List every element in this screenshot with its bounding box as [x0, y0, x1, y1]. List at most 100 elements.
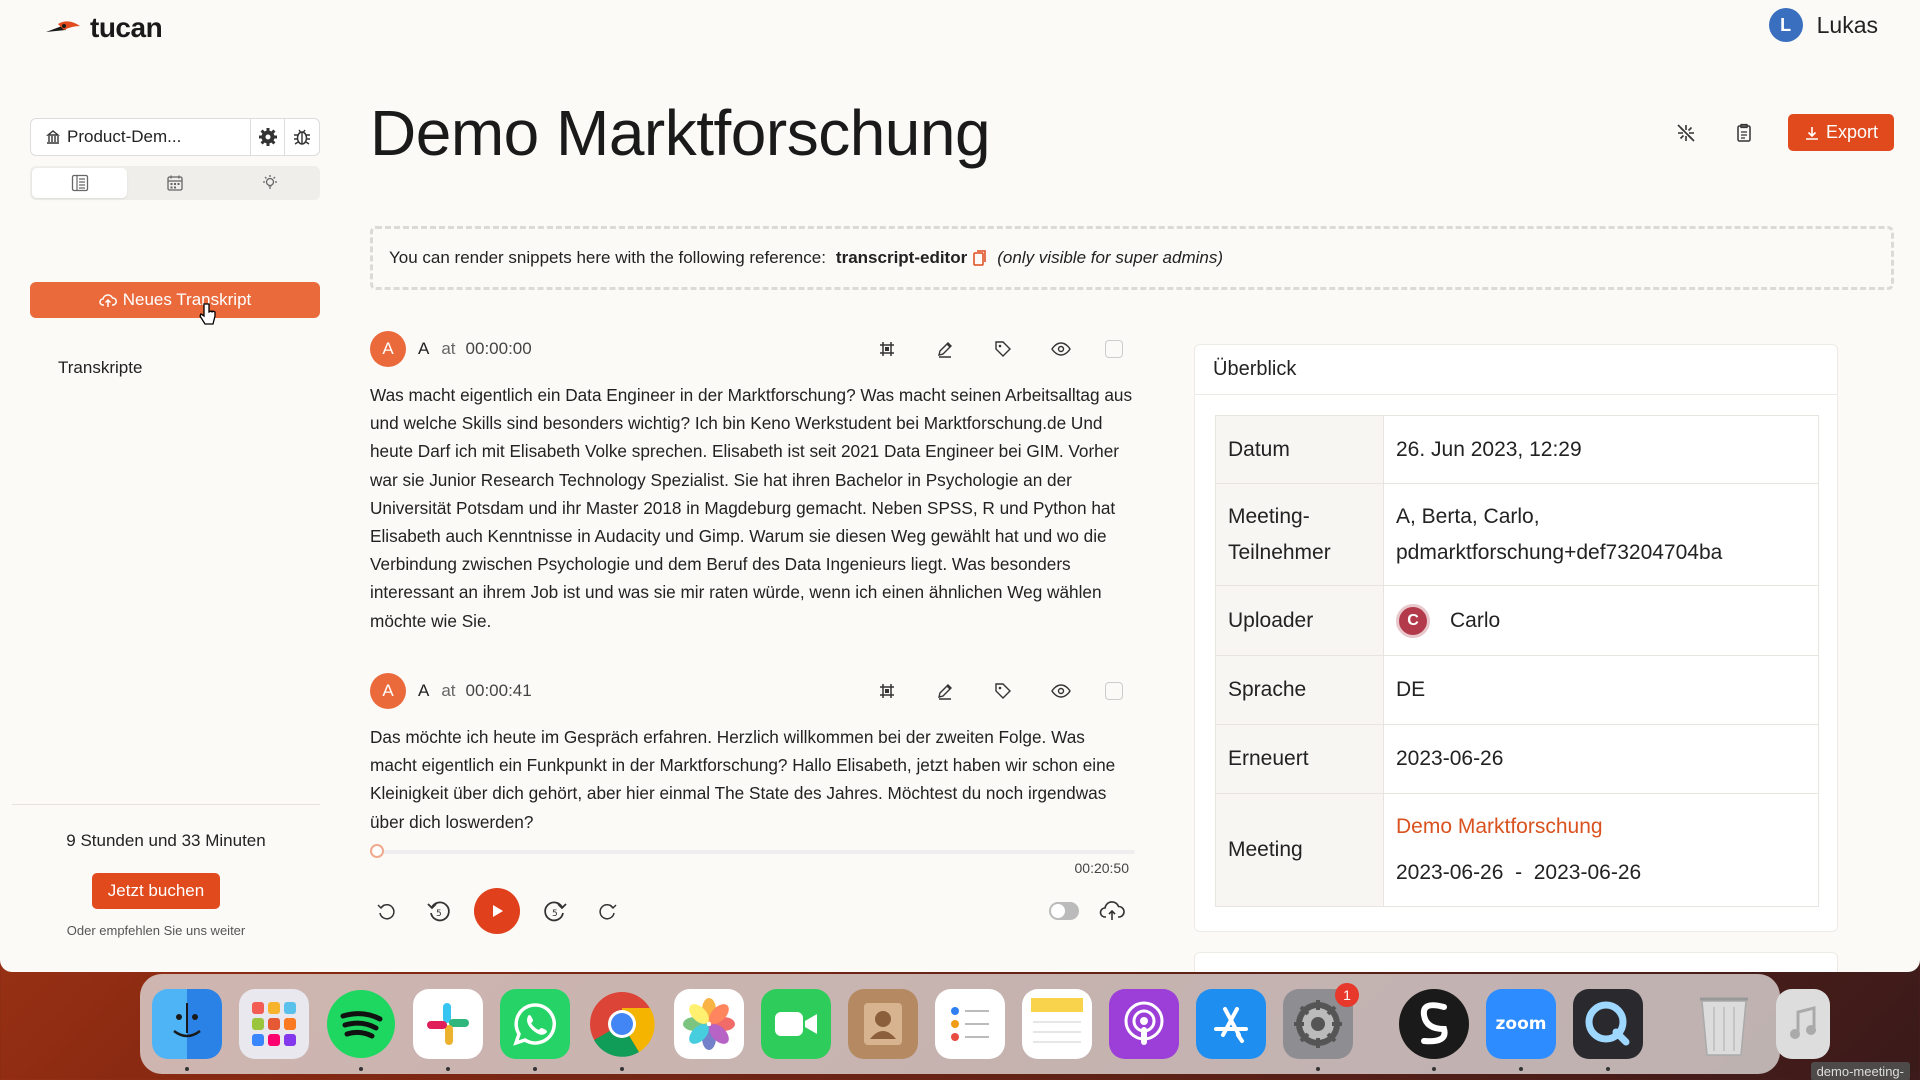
svg-text:5: 5 — [436, 909, 442, 919]
workspace-settings-button[interactable] — [251, 119, 285, 155]
export-button[interactable]: Export — [1787, 114, 1894, 151]
buy-now-button[interactable]: Jetzt buchen — [91, 873, 221, 909]
finder-app-icon[interactable] — [152, 989, 222, 1071]
edit-segment-button[interactable] — [931, 677, 959, 705]
sidebar-item-transcripts[interactable]: Transkripte — [58, 358, 142, 378]
running-indicator — [1606, 1067, 1610, 1071]
notification-badge: 1 — [1335, 983, 1359, 1007]
scribe-app-icon[interactable] — [1399, 989, 1469, 1071]
segment-header: A A at 00:00:00 — [370, 331, 1135, 367]
chrome-app-icon[interactable] — [587, 989, 657, 1071]
running-indicator — [1432, 1067, 1436, 1071]
overview-value: 2023-06-26 — [1384, 725, 1818, 793]
date-value: 26. Jun 2023, 12:29 — [1396, 437, 1582, 461]
whatsapp-app-icon[interactable] — [500, 989, 570, 1071]
uploader-name: Carlo — [1450, 608, 1501, 632]
segment-checkbox[interactable] — [1105, 340, 1123, 358]
running-indicator — [620, 1067, 624, 1071]
overview-value: A, Berta, Carlo, pdmarktforschung+def732… — [1384, 484, 1818, 585]
spotify-icon — [327, 990, 395, 1058]
segment-text[interactable]: Was macht eigentlich ein Data Engineer i… — [370, 381, 1135, 635]
participants-label-line2: Teilnehmer — [1228, 540, 1331, 564]
bug-icon — [294, 129, 310, 145]
overview-value: 26. Jun 2023, 12:29 — [1384, 416, 1818, 483]
trash-app-icon[interactable] — [1689, 989, 1759, 1059]
zoom-app-icon[interactable]: zoom — [1486, 989, 1556, 1071]
music-window-thumbnail[interactable] — [1776, 989, 1830, 1059]
at-label: at — [441, 339, 456, 358]
overview-key: Meeting — [1216, 794, 1384, 906]
meeting-link[interactable]: Demo Marktforschung — [1396, 809, 1808, 845]
finder-face-icon — [173, 1003, 201, 1038]
tab-insights-view[interactable] — [223, 168, 318, 198]
tag-segment-button[interactable] — [989, 335, 1017, 363]
forward-small-button[interactable] — [590, 894, 624, 928]
view-tabs — [30, 166, 320, 200]
podcasts-app-icon[interactable] — [1109, 989, 1179, 1059]
autoscroll-toggle[interactable] — [1049, 902, 1079, 920]
running-indicator — [1316, 1067, 1320, 1071]
new-transcript-button[interactable]: Neues Transkript — [30, 282, 320, 318]
rewind-small-button[interactable] — [370, 894, 404, 928]
progress-track[interactable] — [370, 850, 1135, 854]
speaker-name[interactable]: A — [418, 681, 429, 701]
running-indicator — [1519, 1067, 1523, 1071]
progress-handle[interactable] — [370, 844, 384, 858]
rewind-icon — [377, 904, 395, 920]
speaker-avatar[interactable]: A — [370, 331, 406, 367]
grid-apps-icon — [252, 1002, 296, 1046]
facetime-app-icon[interactable] — [761, 989, 831, 1059]
segment-timestamp[interactable]: 00:00:41 — [466, 681, 532, 701]
copy-document-button[interactable] — [1730, 119, 1758, 147]
slack-app-icon[interactable] — [413, 989, 483, 1071]
svg-text:zoom: zoom — [1496, 1014, 1547, 1034]
merge-segment-button[interactable] — [873, 677, 901, 705]
visibility-button[interactable] — [1047, 335, 1075, 363]
building-icon — [46, 130, 60, 144]
uploader-avatar: C — [1396, 603, 1430, 638]
overview-key: Datum — [1216, 416, 1384, 483]
tag-segment-button[interactable] — [989, 677, 1017, 705]
play-button[interactable] — [474, 888, 520, 934]
forward-5-button[interactable]: 5 — [538, 894, 572, 928]
user-menu[interactable]: L Lukas — [1768, 8, 1878, 42]
mouse-cursor-icon — [199, 303, 216, 325]
tag-icon — [995, 683, 1011, 699]
speaker-name[interactable]: A — [418, 339, 429, 359]
forward-icon — [599, 904, 617, 920]
segment-timestamp[interactable]: 00:00:00 — [466, 339, 532, 359]
notes-app-icon[interactable] — [1022, 989, 1092, 1059]
workspace-selector[interactable]: Product-Dem... — [30, 118, 320, 156]
edit-segment-button[interactable] — [931, 335, 959, 363]
rewind-5-button[interactable]: 5 — [422, 894, 456, 928]
spotify-app-icon[interactable] — [326, 989, 396, 1071]
speaker-avatar[interactable]: A — [370, 673, 406, 709]
meeting-date-range: 2023-06-26 - 2023-06-26 — [1396, 861, 1642, 884]
ai-disabled-button[interactable] — [1672, 119, 1700, 147]
tab-calendar-view[interactable] — [127, 168, 222, 198]
brand-logo[interactable]: tucan — [44, 12, 163, 44]
app-store-app-icon[interactable] — [1196, 989, 1266, 1059]
cloud-upload-icon[interactable] — [1099, 900, 1125, 922]
recommend-link[interactable]: Oder empfehlen Sie uns weiter — [0, 923, 320, 938]
merge-segment-button[interactable] — [873, 335, 901, 363]
debug-button[interactable] — [285, 119, 319, 155]
segment-text[interactable]: Das möchte ich heute im Gespräch erfahre… — [370, 723, 1135, 836]
video-camera-icon — [775, 1012, 817, 1036]
system-settings-app-icon[interactable]: 1 — [1283, 983, 1359, 1071]
segment-checkbox[interactable] — [1105, 682, 1123, 700]
workspace-dropdown[interactable]: Product-Dem... — [31, 119, 251, 155]
visibility-button[interactable] — [1047, 677, 1075, 705]
checklist-icon — [951, 1007, 989, 1041]
copy-icon[interactable] — [973, 249, 987, 267]
sidebar: Product-Dem... Neues Transkript Transkri… — [30, 118, 320, 377]
tab-list-view[interactable] — [32, 168, 128, 198]
app-store-icon — [1214, 1007, 1248, 1043]
launchpad-app-icon[interactable] — [239, 989, 309, 1059]
contacts-app-icon[interactable] — [848, 989, 918, 1059]
minimized-window-label: demo-meeting- — [1810, 1062, 1910, 1080]
quicktime-app-icon[interactable] — [1573, 989, 1643, 1071]
photos-app-icon[interactable] — [674, 989, 744, 1059]
photos-icon — [683, 998, 735, 1050]
reminders-app-icon[interactable] — [935, 989, 1005, 1059]
